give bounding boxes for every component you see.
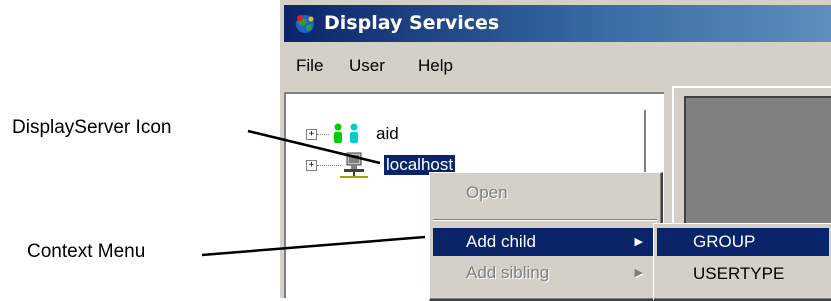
users-icon xyxy=(334,123,358,143)
expand-aid-toggle[interactable]: + xyxy=(306,129,317,140)
menu-separator xyxy=(433,219,657,221)
expand-localhost-toggle[interactable]: + xyxy=(306,160,317,171)
network-computer-icon xyxy=(340,152,368,178)
menu-item-open-label: Open xyxy=(466,183,508,202)
tree-item-aid[interactable]: aid xyxy=(376,124,399,144)
submenu-arrow-icon: ▶ xyxy=(634,236,643,248)
menu-bar: File User Help xyxy=(284,50,831,84)
submenu-item-usertype[interactable]: USERTYPE xyxy=(657,260,829,288)
menu-item-add-child[interactable]: Add child ▶ xyxy=(433,228,657,256)
context-menu: Open Add child ▶ Add sibling ▶ xyxy=(429,172,663,301)
submenu-item-usertype-label: USERTYPE xyxy=(693,264,785,283)
tree-connector xyxy=(317,165,341,166)
menu-file[interactable]: File xyxy=(296,56,323,76)
tree-scrollbar-edge xyxy=(644,110,652,180)
menu-user[interactable]: User xyxy=(349,56,385,76)
menu-item-add-sibling[interactable]: Add sibling ▶ xyxy=(433,259,657,287)
menu-item-add-child-label: Add child xyxy=(466,232,536,251)
menu-item-add-sibling-label: Add sibling xyxy=(466,263,550,282)
menu-help[interactable]: Help xyxy=(418,56,453,76)
submenu-item-group-label: GROUP xyxy=(693,232,756,251)
window-title: Display Services xyxy=(324,12,500,34)
app-globe-icon xyxy=(296,15,314,33)
displayserver-icon-callout: DisplayServer Icon xyxy=(12,117,172,138)
context-menu-callout: Context Menu xyxy=(27,241,146,262)
submenu-arrow-icon: ▶ xyxy=(634,267,643,279)
menu-item-open[interactable]: Open xyxy=(433,179,657,207)
submenu-item-group[interactable]: GROUP xyxy=(657,228,829,256)
tree-connector xyxy=(317,134,329,135)
title-bar[interactable]: Display Services xyxy=(284,5,831,42)
add-child-submenu: GROUP USERTYPE xyxy=(653,223,831,301)
